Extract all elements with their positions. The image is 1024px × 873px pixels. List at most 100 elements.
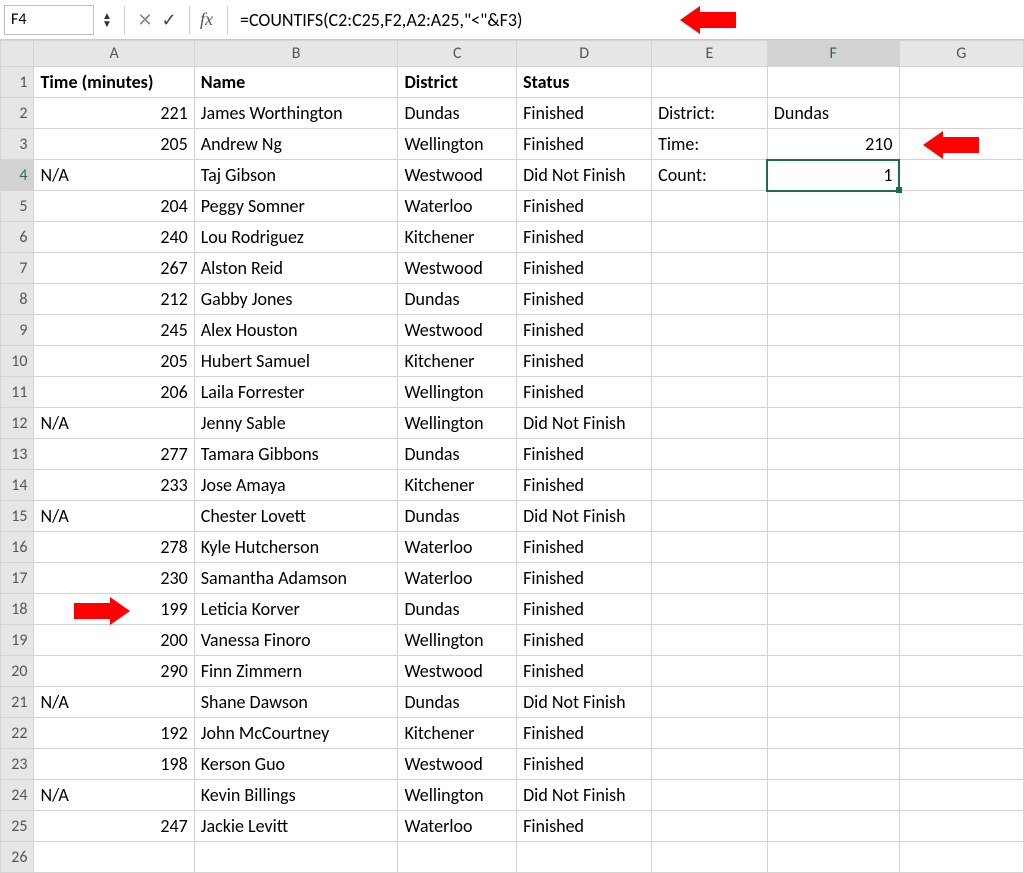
cell[interactable] bbox=[517, 842, 651, 872]
cell-status[interactable]: Did Not Finish bbox=[517, 501, 651, 531]
cell-district[interactable]: Westwood bbox=[398, 315, 516, 345]
value-count[interactable]: 1 bbox=[768, 160, 899, 190]
cell-status[interactable]: Finished bbox=[517, 439, 651, 469]
row-header[interactable]: 23 bbox=[1, 749, 34, 780]
cell-time[interactable]: 205 bbox=[34, 129, 193, 159]
cell-name[interactable]: Andrew Ng bbox=[195, 129, 398, 159]
cell-name[interactable]: Tamara Gibbons bbox=[195, 439, 398, 469]
cell[interactable] bbox=[768, 532, 899, 562]
cell-district[interactable]: Dundas bbox=[398, 687, 516, 717]
cell-status[interactable]: Finished bbox=[517, 594, 651, 624]
cell-time[interactable]: 206 bbox=[34, 377, 193, 407]
row-header[interactable]: 20 bbox=[1, 656, 34, 687]
cell[interactable] bbox=[900, 501, 1023, 531]
cell-district[interactable]: Westwood bbox=[398, 253, 516, 283]
cell[interactable] bbox=[900, 346, 1023, 376]
cell-time[interactable]: 221 bbox=[34, 98, 193, 128]
cell-district[interactable]: Dundas bbox=[398, 594, 516, 624]
cell[interactable] bbox=[652, 656, 767, 686]
select-all-corner[interactable] bbox=[1, 41, 34, 67]
cell-district[interactable]: Wellington bbox=[398, 377, 516, 407]
cell-district[interactable]: Dundas bbox=[398, 501, 516, 531]
row-header[interactable]: 4 bbox=[1, 160, 34, 191]
header-cell[interactable]: District bbox=[398, 67, 516, 97]
cell[interactable] bbox=[768, 439, 899, 469]
cell-district[interactable]: Wellington bbox=[398, 625, 516, 655]
cell-district[interactable]: Dundas bbox=[398, 284, 516, 314]
col-header[interactable]: F bbox=[767, 41, 899, 67]
cell[interactable] bbox=[900, 377, 1023, 407]
cell[interactable] bbox=[900, 284, 1023, 314]
cell[interactable] bbox=[652, 749, 767, 779]
cell[interactable] bbox=[768, 67, 899, 97]
cell[interactable] bbox=[900, 563, 1023, 593]
cell-district[interactable]: Waterloo bbox=[398, 811, 516, 841]
cell-time[interactable]: 192 bbox=[34, 718, 193, 748]
row-header[interactable]: 16 bbox=[1, 532, 34, 563]
cell-time[interactable]: N/A bbox=[34, 687, 193, 717]
cell-status[interactable]: Finished bbox=[517, 563, 651, 593]
cell[interactable] bbox=[900, 811, 1023, 841]
cell-name[interactable]: Shane Dawson bbox=[195, 687, 398, 717]
cell-status[interactable]: Finished bbox=[517, 315, 651, 345]
cell-name[interactable]: Gabby Jones bbox=[195, 284, 398, 314]
cell-time[interactable]: N/A bbox=[34, 780, 193, 810]
col-header[interactable]: E bbox=[652, 41, 768, 67]
cell-time[interactable]: 204 bbox=[34, 191, 193, 221]
cell-status[interactable]: Finished bbox=[517, 811, 651, 841]
cell[interactable] bbox=[652, 532, 767, 562]
row-header[interactable]: 26 bbox=[1, 842, 34, 873]
cell[interactable] bbox=[900, 749, 1023, 779]
cell[interactable] bbox=[768, 222, 899, 252]
cell-name[interactable]: Taj Gibson bbox=[195, 160, 398, 190]
cell-status[interactable]: Finished bbox=[517, 284, 651, 314]
row-header[interactable]: 2 bbox=[1, 98, 34, 129]
cell-district[interactable]: Westwood bbox=[398, 656, 516, 686]
label-district[interactable]: District: bbox=[652, 98, 767, 128]
row-header[interactable]: 10 bbox=[1, 346, 34, 377]
cell-time[interactable]: 290 bbox=[34, 656, 193, 686]
cell-time[interactable]: N/A bbox=[34, 160, 193, 190]
cell[interactable] bbox=[652, 439, 767, 469]
cell[interactable] bbox=[768, 563, 899, 593]
cell-status[interactable]: Finished bbox=[517, 129, 651, 159]
row-header[interactable]: 1 bbox=[1, 67, 34, 98]
cell-status[interactable]: Finished bbox=[517, 377, 651, 407]
cell-district[interactable]: Waterloo bbox=[398, 191, 516, 221]
cell-name[interactable]: Alston Reid bbox=[195, 253, 398, 283]
cell[interactable] bbox=[768, 284, 899, 314]
cell-time[interactable]: 245 bbox=[34, 315, 193, 345]
cell-status[interactable]: Finished bbox=[517, 98, 651, 128]
cancel-icon[interactable]: ✕ bbox=[133, 9, 157, 31]
header-cell[interactable]: Name bbox=[195, 67, 398, 97]
col-header[interactable]: A bbox=[34, 41, 194, 67]
cell-status[interactable]: Finished bbox=[517, 532, 651, 562]
cell[interactable] bbox=[768, 315, 899, 345]
cell[interactable] bbox=[652, 470, 767, 500]
cell-time[interactable]: 267 bbox=[34, 253, 193, 283]
row-header[interactable]: 22 bbox=[1, 718, 34, 749]
cell-name[interactable]: Alex Houston bbox=[195, 315, 398, 345]
cell-time[interactable]: 233 bbox=[34, 470, 193, 500]
cell[interactable] bbox=[768, 470, 899, 500]
label-time[interactable]: Time: bbox=[652, 129, 767, 159]
cell[interactable] bbox=[768, 749, 899, 779]
cell[interactable] bbox=[652, 625, 767, 655]
cell[interactable] bbox=[900, 191, 1023, 221]
cell-name[interactable]: James Worthington bbox=[195, 98, 398, 128]
cell-name[interactable]: Kevin Billings bbox=[195, 780, 398, 810]
cell-time[interactable]: 200 bbox=[34, 625, 193, 655]
row-header[interactable]: 9 bbox=[1, 315, 34, 346]
cell-status[interactable]: Finished bbox=[517, 656, 651, 686]
row-header[interactable]: 17 bbox=[1, 563, 34, 594]
cell-time[interactable]: 240 bbox=[34, 222, 193, 252]
row-header[interactable]: 19 bbox=[1, 625, 34, 656]
cell[interactable] bbox=[768, 842, 899, 872]
cell-name[interactable]: Jose Amaya bbox=[195, 470, 398, 500]
col-header[interactable]: G bbox=[899, 41, 1023, 67]
cell-time[interactable]: 277 bbox=[34, 439, 193, 469]
cell[interactable] bbox=[652, 377, 767, 407]
value-district[interactable]: Dundas bbox=[768, 98, 899, 128]
cell-district[interactable]: Wellington bbox=[398, 408, 516, 438]
label-count[interactable]: Count: bbox=[652, 160, 767, 190]
